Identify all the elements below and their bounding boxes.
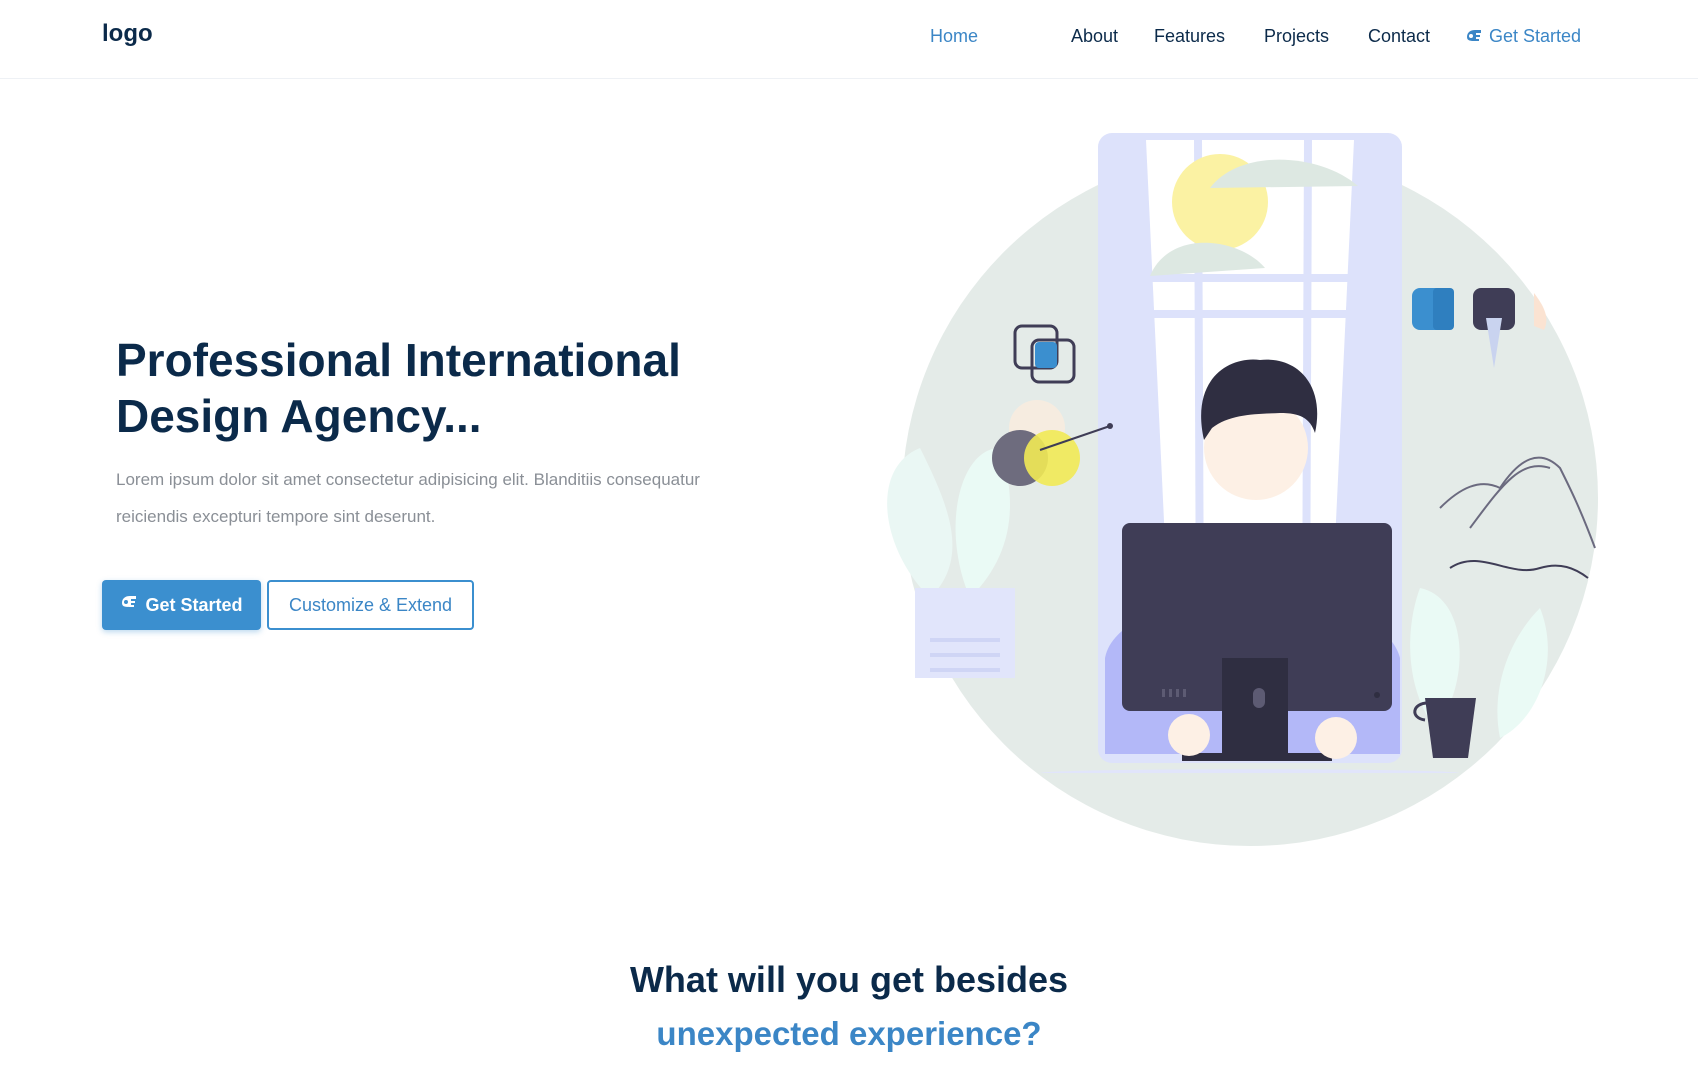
nav-get-started-link[interactable]: Get Started [1465,26,1581,47]
hero-title-line2: Design Agency... [116,390,482,442]
nav-cta-label: Get Started [1488,26,1581,46]
rocket-icon [1465,29,1483,45]
site-header: logo Home About Features Projects Contac… [0,0,1698,79]
features-section-heading: What will you get besides unexpected exp… [0,955,1698,1057]
hero-description: Lorem ipsum dolor sit amet consectetur a… [116,470,700,526]
get-started-button[interactable]: Get Started [102,580,261,630]
logo[interactable]: logo [102,20,153,48]
get-started-label: Get Started [145,594,243,615]
nav-home[interactable]: Home [930,26,978,47]
customize-extend-button[interactable]: Customize & Extend [267,580,474,630]
nav-contact[interactable]: Contact [1368,26,1430,47]
nav-about[interactable]: About [1071,26,1118,47]
nav-features[interactable]: Features [1154,26,1225,47]
section-title-line2: unexpected experience? [656,1015,1042,1052]
nav-projects[interactable]: Projects [1264,26,1329,47]
hero-title-line1: Professional International [116,334,681,386]
rocket-icon [120,595,138,616]
person-at-computer-illustration [860,128,1600,858]
hero-title: Professional International Design Agency… [116,332,816,444]
section-title-line1: What will you get besides [629,959,1069,1000]
